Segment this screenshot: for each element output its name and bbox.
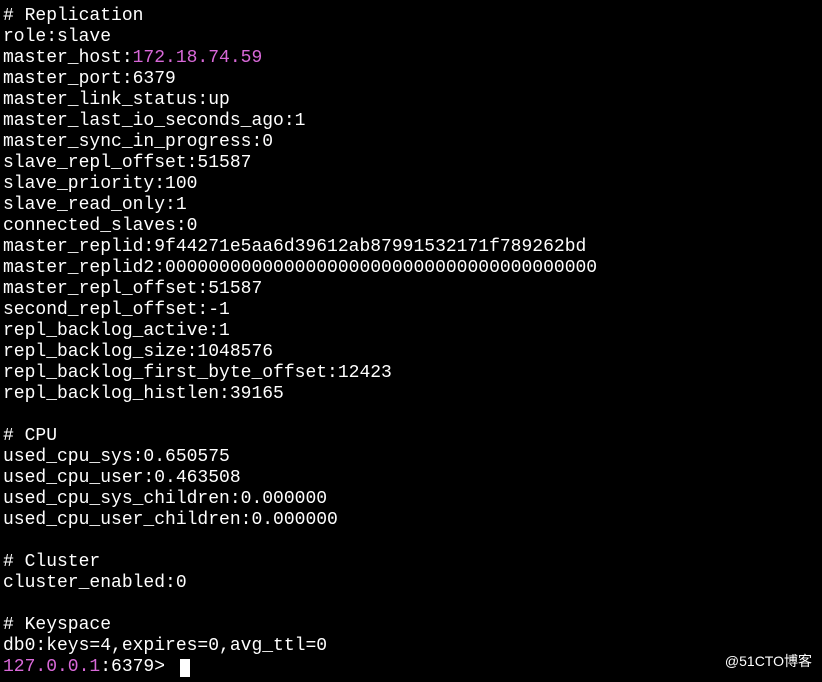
slave-repl-offset-line: slave_repl_offset:51587 xyxy=(3,153,819,174)
terminal-output: # Replication role:slave master_host:172… xyxy=(3,6,819,678)
master-replid2-line: master_replid2:0000000000000000000000000… xyxy=(3,258,819,279)
used-cpu-user-children-line: used_cpu_user_children:0.000000 xyxy=(3,510,819,531)
master-sync-line: master_sync_in_progress:0 xyxy=(3,132,819,153)
section-header-replication: # Replication xyxy=(3,6,819,27)
used-cpu-user-line: used_cpu_user:0.463508 xyxy=(3,468,819,489)
master-host-key: master_host: xyxy=(3,48,133,68)
repl-backlog-size-line: repl_backlog_size:1048576 xyxy=(3,342,819,363)
slave-read-only-line: slave_read_only:1 xyxy=(3,195,819,216)
cursor xyxy=(180,659,190,677)
master-host-line: master_host:172.18.74.59 xyxy=(3,48,819,69)
blank-line xyxy=(3,531,819,552)
prompt-ip: 127.0.0.1 xyxy=(3,657,100,677)
watermark: @51CTO博客 xyxy=(725,651,812,672)
used-cpu-sys-children-line: used_cpu_sys_children:0.000000 xyxy=(3,489,819,510)
master-replid-line: master_replid:9f44271e5aa6d39612ab879915… xyxy=(3,237,819,258)
master-repl-offset-line: master_repl_offset:51587 xyxy=(3,279,819,300)
role-line: role:slave xyxy=(3,27,819,48)
cluster-enabled-line: cluster_enabled:0 xyxy=(3,573,819,594)
repl-backlog-active-line: repl_backlog_active:1 xyxy=(3,321,819,342)
blank-line xyxy=(3,594,819,615)
used-cpu-sys-line: used_cpu_sys:0.650575 xyxy=(3,447,819,468)
prompt-rest: :6379> xyxy=(100,657,176,677)
section-header-cpu: # CPU xyxy=(3,426,819,447)
repl-backlog-first-byte-line: repl_backlog_first_byte_offset:12423 xyxy=(3,363,819,384)
prompt-line[interactable]: 127.0.0.1:6379> xyxy=(3,657,819,678)
section-header-keyspace: # Keyspace xyxy=(3,615,819,636)
blank-line xyxy=(3,405,819,426)
master-link-status-line: master_link_status:up xyxy=(3,90,819,111)
master-port-line: master_port:6379 xyxy=(3,69,819,90)
section-header-cluster: # Cluster xyxy=(3,552,819,573)
master-host-value: 172.18.74.59 xyxy=(133,48,263,68)
db0-line: db0:keys=4,expires=0,avg_ttl=0 xyxy=(3,636,819,657)
second-repl-offset-line: second_repl_offset:-1 xyxy=(3,300,819,321)
repl-backlog-histlen-line: repl_backlog_histlen:39165 xyxy=(3,384,819,405)
master-last-io-line: master_last_io_seconds_ago:1 xyxy=(3,111,819,132)
connected-slaves-line: connected_slaves:0 xyxy=(3,216,819,237)
slave-priority-line: slave_priority:100 xyxy=(3,174,819,195)
